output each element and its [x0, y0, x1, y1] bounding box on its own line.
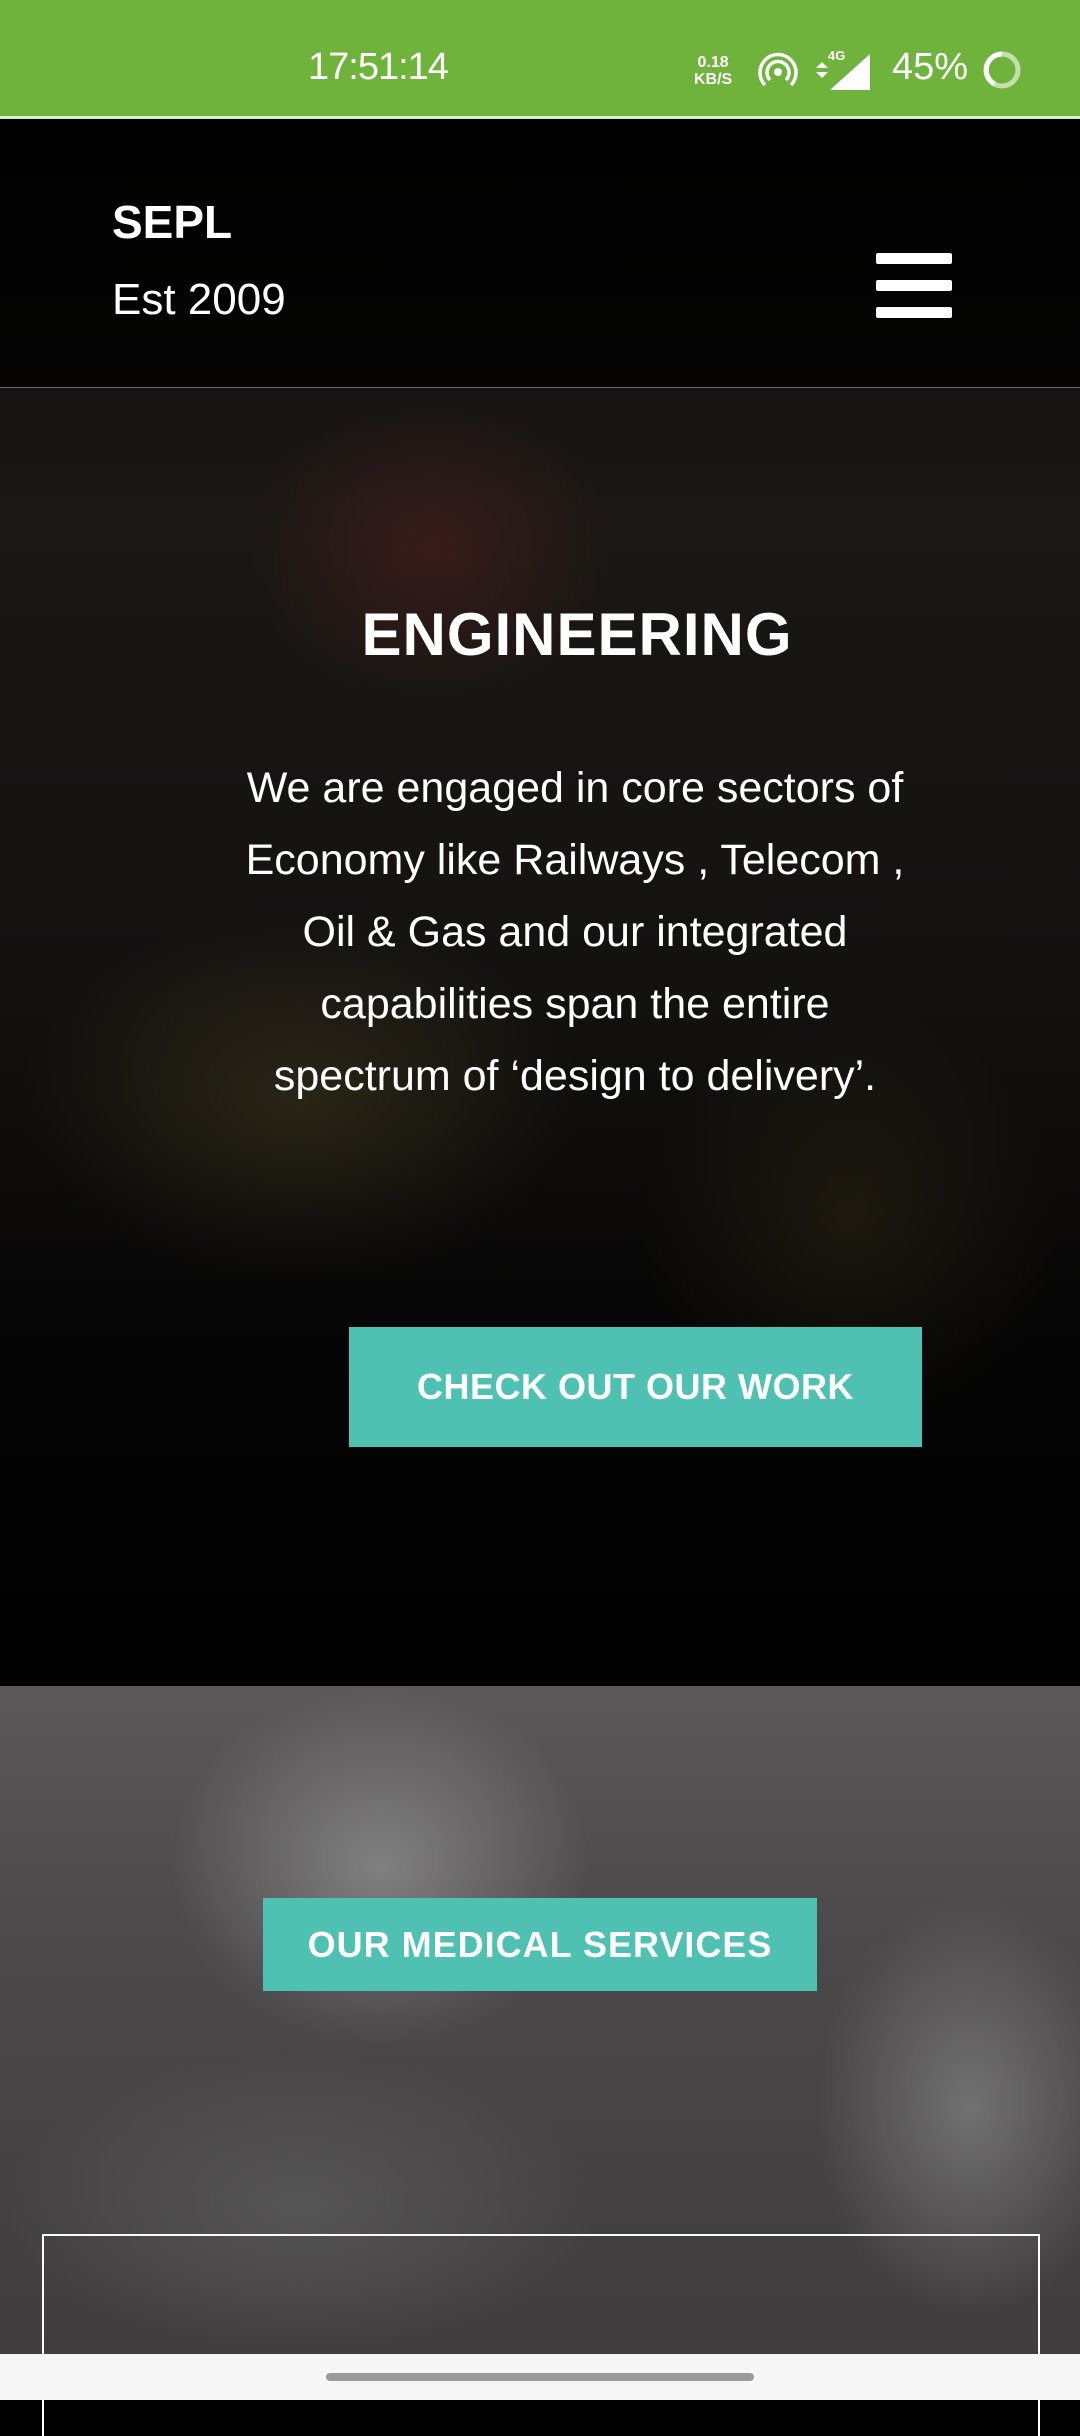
battery-ring-icon: [983, 51, 1021, 89]
network-speed-value: 0.18: [697, 54, 729, 71]
status-bar: 17:51:14 0.18 KB/S 4G 45%: [0, 0, 1080, 119]
network-type-label: 4G: [828, 48, 845, 63]
content-card: [42, 2234, 1040, 2436]
signal-icon: 4G: [816, 48, 870, 90]
hotspot-icon: [758, 52, 798, 87]
network-speed: 0.18 KB/S: [694, 54, 732, 88]
brand-established: Est 2009: [112, 275, 286, 324]
site-header: SEPL Est 2009: [0, 119, 1080, 388]
home-gesture-handle[interactable]: [326, 2373, 754, 2381]
check-out-our-work-button[interactable]: CHECK OUT OUR WORK: [349, 1327, 922, 1447]
our-medical-services-button[interactable]: OUR MEDICAL SERVICES: [263, 1898, 817, 1991]
status-time: 17:51:14: [308, 46, 449, 88]
brand-logo-text[interactable]: SEPL: [112, 195, 232, 249]
hero-description: We are engaged in core sectors of Econom…: [245, 764, 905, 1100]
network-speed-unit: KB/S: [694, 71, 733, 88]
hero-title: ENGINEERING: [361, 601, 793, 668]
hamburger-icon[interactable]: [876, 253, 952, 319]
battery-percent: 45%: [892, 46, 969, 88]
